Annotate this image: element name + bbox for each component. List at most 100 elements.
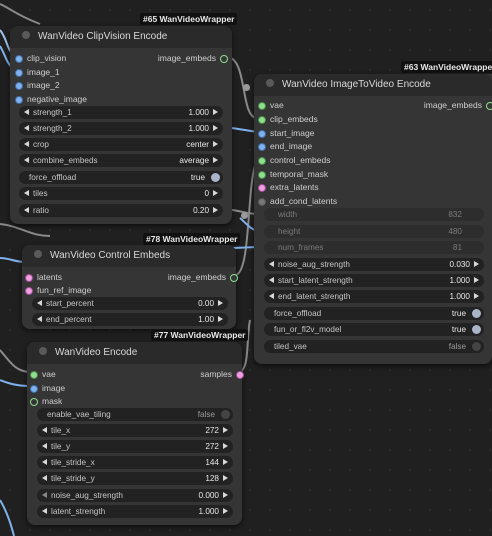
- port-icon[interactable]: [486, 102, 492, 110]
- widget-strength-1[interactable]: strength_1 1.000: [19, 106, 223, 119]
- decrement-arrow-icon: [37, 316, 42, 322]
- input-vae[interactable]: vae: [30, 369, 56, 379]
- collapse-dot-icon[interactable]: [22, 31, 30, 40]
- port-icon[interactable]: [236, 371, 244, 379]
- port-icon[interactable]: [258, 130, 266, 138]
- node-title[interactable]: WanVideo Control Embeds: [22, 245, 236, 267]
- prev-option-icon: [24, 157, 29, 163]
- port-icon[interactable]: [258, 102, 266, 110]
- toggle-force-offload[interactable]: force_offload true: [264, 307, 484, 320]
- clipvision-encode-node[interactable]: WanVideo ClipVision Encode clip_vision i…: [10, 26, 232, 224]
- port-icon[interactable]: [258, 171, 266, 179]
- widget-crop[interactable]: crop center: [19, 138, 223, 151]
- port-icon[interactable]: [15, 55, 23, 63]
- port-icon[interactable]: [230, 274, 238, 282]
- widget-noise-aug-strength[interactable]: noise_aug_strength 0.030: [264, 258, 484, 271]
- node-title[interactable]: WanVideo ImageToVideo Encode: [254, 74, 492, 96]
- port-icon[interactable]: [258, 198, 266, 206]
- input-latents[interactable]: latents: [25, 272, 62, 282]
- control-embeds-node[interactable]: WanVideo Control Embeds latents fun_ref_…: [22, 245, 238, 329]
- input-fun-ref-image[interactable]: fun_ref_image: [25, 285, 91, 295]
- wire-reroute-dot[interactable]: [243, 84, 250, 91]
- port-icon[interactable]: [15, 96, 23, 104]
- toggle-knob-icon: [472, 325, 481, 334]
- decrement-arrow-icon: [24, 207, 29, 213]
- toggle-knob-icon: [472, 309, 481, 318]
- port-icon[interactable]: [25, 274, 33, 282]
- input-control-embeds[interactable]: control_embeds: [258, 155, 330, 165]
- toggle-tiled-vae[interactable]: tiled_vae false: [264, 340, 484, 353]
- converted-width[interactable]: width 832: [264, 208, 484, 221]
- output-image-embeds[interactable]: image_embeds: [158, 53, 228, 63]
- port-icon[interactable]: [15, 82, 23, 90]
- wire-reroute-dot[interactable]: [241, 212, 248, 219]
- increment-arrow-icon: [223, 459, 228, 465]
- widget-tile-y[interactable]: tile_y 272: [37, 440, 233, 453]
- decrement-arrow-icon: [37, 300, 42, 306]
- input-mask[interactable]: mask: [30, 396, 62, 406]
- widget-end-latent-strength[interactable]: end_latent_strength 1.000: [264, 290, 484, 303]
- output-image-embeds[interactable]: image_embeds: [168, 272, 238, 282]
- widget-end-percent[interactable]: end_percent 1.00: [32, 313, 228, 326]
- decrement-arrow-icon: [269, 293, 274, 299]
- toggle-enable-vae-tiling[interactable]: enable_vae_tiling false: [37, 408, 233, 421]
- widget-tiles[interactable]: tiles 0: [19, 187, 223, 200]
- widget-latent-strength[interactable]: latent_strength 1.000: [37, 505, 233, 518]
- increment-arrow-icon: [223, 475, 228, 481]
- widget-strength-2[interactable]: strength_2 1.000: [19, 122, 223, 135]
- port-icon[interactable]: [258, 184, 266, 192]
- wanvideo-encode-node[interactable]: WanVideo Encode vae image mask samples e…: [27, 342, 244, 525]
- port-icon[interactable]: [25, 287, 33, 295]
- collapse-dot-icon[interactable]: [34, 250, 42, 259]
- increment-arrow-icon: [213, 125, 218, 131]
- port-icon[interactable]: [220, 55, 228, 63]
- collapse-dot-icon[interactable]: [266, 79, 274, 88]
- output-image-embeds[interactable]: image_embeds: [424, 100, 492, 110]
- widget-start-latent-strength[interactable]: start_latent_strength 1.000: [264, 274, 484, 287]
- decrement-arrow-icon: [42, 492, 47, 498]
- widget-tile-stride-x[interactable]: tile_stride_x 144: [37, 456, 233, 469]
- toggle-fun-or-fl2v-model[interactable]: fun_or_fl2v_model true: [264, 323, 484, 336]
- toggle-knob-icon: [211, 173, 220, 182]
- decrement-arrow-icon: [24, 125, 29, 131]
- input-negative-image[interactable]: negative_image: [15, 94, 87, 104]
- node-tag-77: #77 WanVideoWrapper: [151, 329, 249, 341]
- widget-combine-embeds[interactable]: combine_embeds average: [19, 154, 223, 167]
- port-icon[interactable]: [30, 385, 38, 393]
- imagetovideo-encode-node[interactable]: WanVideo ImageToVideo Encode vae clip_em…: [254, 74, 492, 364]
- port-icon[interactable]: [30, 371, 38, 379]
- port-icon[interactable]: [258, 116, 266, 124]
- increment-arrow-icon: [474, 277, 479, 283]
- input-end-image[interactable]: end_image: [258, 141, 312, 151]
- node-title-text: WanVideo Encode: [55, 347, 138, 358]
- widget-tile-stride-y[interactable]: tile_stride_y 128: [37, 472, 233, 485]
- input-start-image[interactable]: start_image: [258, 128, 314, 138]
- input-image-1[interactable]: image_1: [15, 67, 60, 77]
- input-vae[interactable]: vae: [258, 100, 284, 110]
- widget-ratio[interactable]: ratio 0.20: [19, 204, 223, 217]
- increment-arrow-icon: [223, 492, 228, 498]
- node-title[interactable]: WanVideo ClipVision Encode: [10, 26, 232, 48]
- input-temporal-mask[interactable]: temporal_mask: [258, 169, 328, 179]
- decrement-arrow-icon: [42, 459, 47, 465]
- toggle-force-offload[interactable]: force_offload true: [19, 171, 223, 184]
- port-icon[interactable]: [258, 157, 266, 165]
- decrement-arrow-icon: [24, 190, 29, 196]
- input-image-2[interactable]: image_2: [15, 80, 60, 90]
- input-clip-embeds[interactable]: clip_embeds: [258, 114, 318, 124]
- widget-tile-x[interactable]: tile_x 272: [37, 424, 233, 437]
- port-icon[interactable]: [258, 143, 266, 151]
- converted-num-frames[interactable]: num_frames 81: [264, 241, 484, 254]
- port-icon[interactable]: [15, 69, 23, 77]
- collapse-dot-icon[interactable]: [39, 347, 47, 356]
- converted-height[interactable]: height 480: [264, 225, 484, 238]
- port-icon[interactable]: [30, 398, 38, 406]
- node-title[interactable]: WanVideo Encode: [27, 342, 242, 364]
- input-image[interactable]: image: [30, 383, 65, 393]
- input-clip-vision[interactable]: clip_vision: [15, 53, 66, 63]
- output-samples[interactable]: samples: [200, 369, 244, 379]
- widget-noise-aug-strength[interactable]: noise_aug_strength 0.000: [37, 489, 233, 502]
- input-extra-latents[interactable]: extra_latents: [258, 182, 319, 192]
- input-add-cond-latents[interactable]: add_cond_latents: [258, 196, 337, 206]
- widget-start-percent[interactable]: start_percent 0.00: [32, 297, 228, 310]
